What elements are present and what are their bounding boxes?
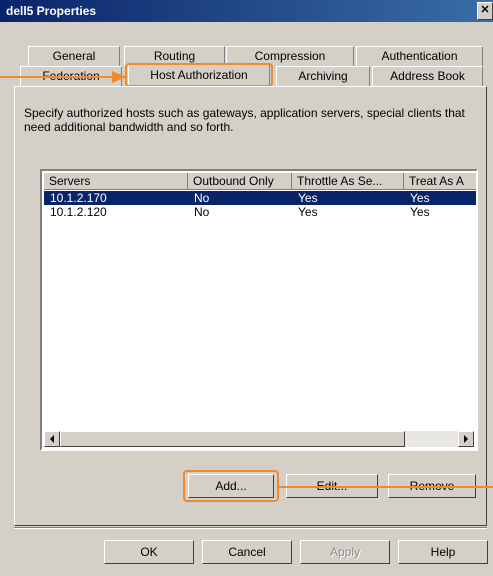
help-button[interactable]: Help	[398, 540, 488, 564]
callout-arrow-icon	[112, 71, 126, 83]
table-row[interactable]: 10.1.2.120 No Yes Yes	[44, 205, 476, 219]
cell-throttle: Yes	[298, 191, 318, 205]
ok-button[interactable]: OK	[104, 540, 194, 564]
cell-outbound: No	[194, 205, 210, 219]
arrow-right-icon	[464, 435, 468, 443]
apply-button: Apply	[300, 540, 390, 564]
column-throttle[interactable]: Throttle As Se...	[292, 173, 404, 190]
tab-highlight	[125, 63, 273, 87]
cell-treat: Yes	[410, 205, 430, 219]
cancel-button[interactable]: Cancel	[202, 540, 292, 564]
tab-authentication[interactable]: Authentication	[356, 46, 483, 66]
column-servers[interactable]: Servers	[44, 173, 188, 190]
cell-outbound: No	[194, 191, 210, 205]
tab-archiving[interactable]: Archiving	[276, 66, 370, 86]
separator	[14, 527, 487, 529]
horizontal-scrollbar[interactable]	[44, 431, 474, 447]
table-row[interactable]: 10.1.2.170 No Yes Yes	[44, 191, 476, 205]
scroll-right-button[interactable]	[458, 431, 474, 447]
column-outbound-only[interactable]: Outbound Only	[188, 173, 292, 190]
cell-server: 10.1.2.170	[50, 191, 107, 205]
scroll-thumb[interactable]	[60, 431, 405, 447]
scroll-left-button[interactable]	[44, 431, 60, 447]
cell-server: 10.1.2.120	[50, 205, 107, 219]
cell-treat: Yes	[410, 191, 430, 205]
cell-throttle: Yes	[298, 205, 318, 219]
properties-dialog: dell5 Properties ✕ General Routing Compr…	[0, 0, 493, 576]
tab-address-book[interactable]: Address Book	[372, 66, 483, 86]
column-treat-as[interactable]: Treat As A	[404, 173, 476, 190]
tab-callout-line	[0, 76, 125, 78]
title-bar: dell5 Properties ✕	[0, 0, 493, 22]
tab-general[interactable]: General	[28, 46, 120, 66]
arrow-left-icon	[50, 435, 54, 443]
close-button[interactable]: ✕	[477, 2, 493, 20]
description-text: Specify authorized hosts such as gateway…	[24, 106, 465, 134]
servers-list[interactable]: Servers Outbound Only Throttle As Se... …	[40, 169, 478, 451]
add-callout-line	[279, 486, 493, 488]
window-title: dell5 Properties	[6, 4, 97, 18]
add-button-highlight	[183, 470, 279, 502]
